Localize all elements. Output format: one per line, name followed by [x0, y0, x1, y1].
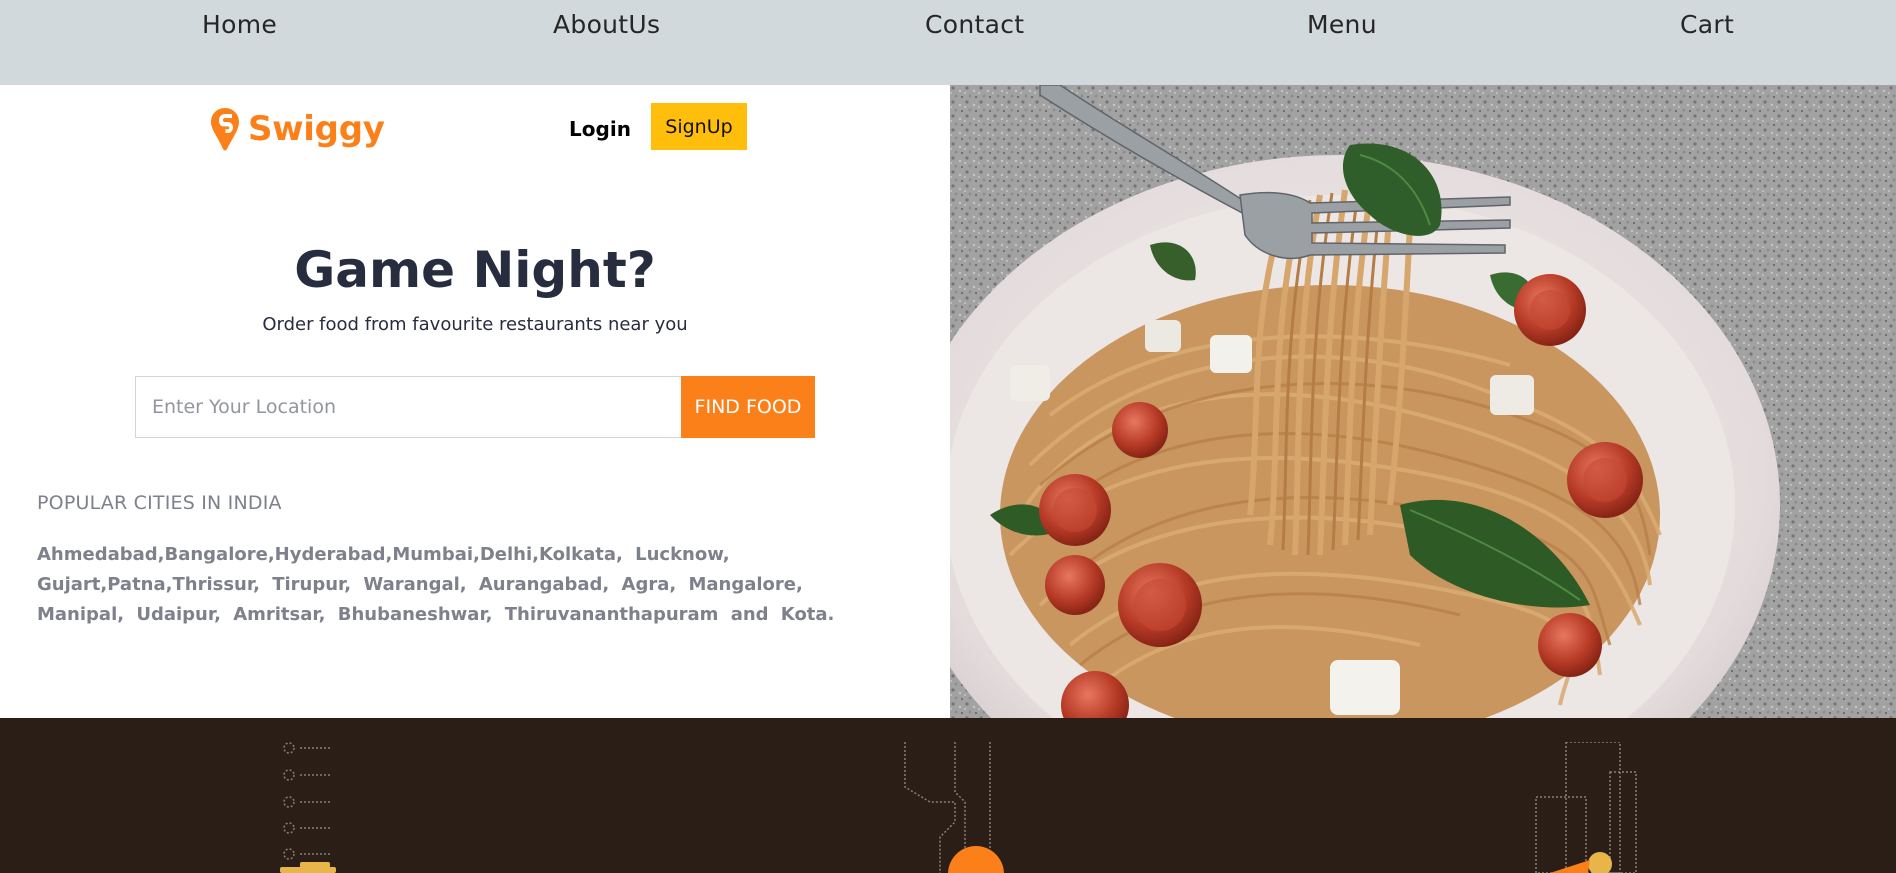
brand-logo[interactable]: Swiggy — [210, 107, 385, 151]
location-input[interactable] — [135, 376, 681, 438]
building-icon — [1535, 742, 1637, 873]
menu-list-icon — [280, 742, 336, 873]
hero-panel: Swiggy Login SignUp Game Night? Order fo… — [0, 85, 950, 718]
login-button[interactable]: Login — [560, 110, 640, 148]
hero-subtitle: Order food from favourite restaurants ne… — [262, 314, 688, 335]
nav-menu-link[interactable]: Menu — [1307, 10, 1377, 39]
nav-cart-link[interactable]: Cart — [1680, 10, 1734, 39]
brand-name: Swiggy — [248, 109, 385, 149]
popular-cities-title: POPULAR CITIES IN INDIA — [37, 492, 282, 514]
popular-cities-list: Ahmedabad,Bangalore,Hyderabad,Mumbai,Del… — [37, 544, 835, 625]
delivery-route-icon — [904, 742, 1004, 873]
hero-title: Game Night? — [294, 241, 656, 299]
nav-aboutus-link[interactable]: AboutUs — [553, 10, 660, 39]
features-band — [0, 718, 1896, 873]
signup-button[interactable]: SignUp — [651, 103, 747, 150]
hero-image — [950, 85, 1896, 718]
pasta-photo-icon — [950, 85, 1896, 718]
swiggy-logo-icon — [211, 108, 239, 151]
top-nav: Home AboutUs Contact Menu Cart — [0, 0, 1896, 85]
location-search: FIND FOOD — [135, 376, 815, 438]
nav-contact-link[interactable]: Contact — [925, 10, 1024, 39]
find-food-button[interactable]: FIND FOOD — [681, 376, 815, 438]
nav-home-link[interactable]: Home — [202, 10, 277, 39]
